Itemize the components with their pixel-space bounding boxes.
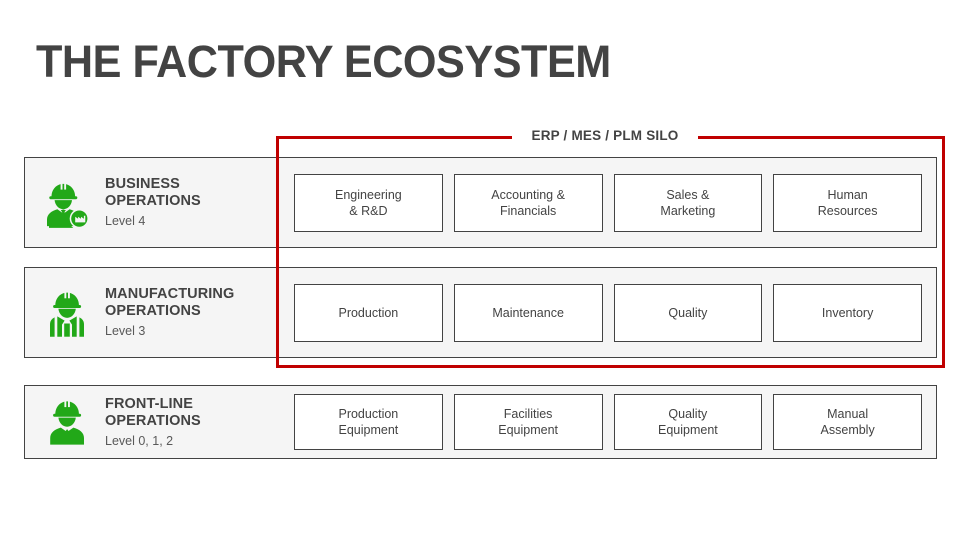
card-quality-equipment[interactable]: Quality Equipment (613, 394, 763, 450)
row-manufacturing-operations: MANUFACTURING OPERATIONS Level 3 Product… (24, 267, 937, 358)
row-level: Level 0, 1, 2 (105, 433, 174, 448)
card-maintenance[interactable]: Maintenance (453, 283, 603, 342)
card-sales-marketing[interactable]: Sales & Marketing (613, 173, 763, 232)
card-production-equipment[interactable]: Production Equipment (294, 394, 443, 450)
row-cards: Production Maintenance Quality Inventory (277, 268, 936, 357)
row-title: MANUFACTURING OPERATIONS (105, 286, 235, 319)
row-header: FRONT-LINE OPERATIONS Level 0, 1, 2 (25, 386, 277, 458)
row-title: FRONT-LINE OPERATIONS (105, 395, 201, 429)
card-inventory[interactable]: Inventory (773, 283, 922, 342)
row-header: BUSINESS OPERATIONS Level 4 (25, 158, 277, 247)
silo-label: ERP / MES / PLM SILO (531, 128, 679, 143)
row-business-operations: BUSINESS OPERATIONS Level 4 Engineering … (24, 157, 937, 248)
card-human-resources[interactable]: Human Resources (773, 173, 922, 232)
card-quality[interactable]: Quality (613, 283, 763, 342)
worker-with-vest-icon (39, 285, 95, 341)
slide-canvas: THE FACTORY ECOSYSTEM BUSINESS OPERATION… (0, 0, 960, 540)
worker-with-factory-badge-icon (39, 175, 95, 231)
row-level: Level 3 (105, 324, 146, 338)
card-manual-assembly[interactable]: Manual Assembly (773, 394, 922, 450)
page-title: THE FACTORY ECOSYSTEM (36, 36, 611, 87)
row-cards: Production Equipment Facilities Equipmen… (277, 386, 936, 458)
row-title: BUSINESS OPERATIONS (105, 176, 201, 209)
card-facilities-equipment[interactable]: Facilities Equipment (453, 394, 603, 450)
row-header: MANUFACTURING OPERATIONS Level 3 (25, 268, 277, 357)
row-text: MANUFACTURING OPERATIONS Level 3 (105, 286, 234, 339)
row-front-line-operations: FRONT-LINE OPERATIONS Level 0, 1, 2 Prod… (24, 385, 937, 459)
worker-icon (39, 397, 95, 447)
row-text: BUSINESS OPERATIONS Level 4 (105, 176, 201, 229)
card-accounting-financials[interactable]: Accounting & Financials (453, 173, 603, 232)
card-production[interactable]: Production (294, 283, 443, 342)
row-level: Level 4 (105, 214, 146, 228)
card-engineering-rd[interactable]: Engineering & R&D (294, 173, 443, 232)
row-cards: Engineering & R&D Accounting & Financial… (277, 158, 936, 247)
row-text: FRONT-LINE OPERATIONS Level 0, 1, 2 (105, 396, 201, 449)
